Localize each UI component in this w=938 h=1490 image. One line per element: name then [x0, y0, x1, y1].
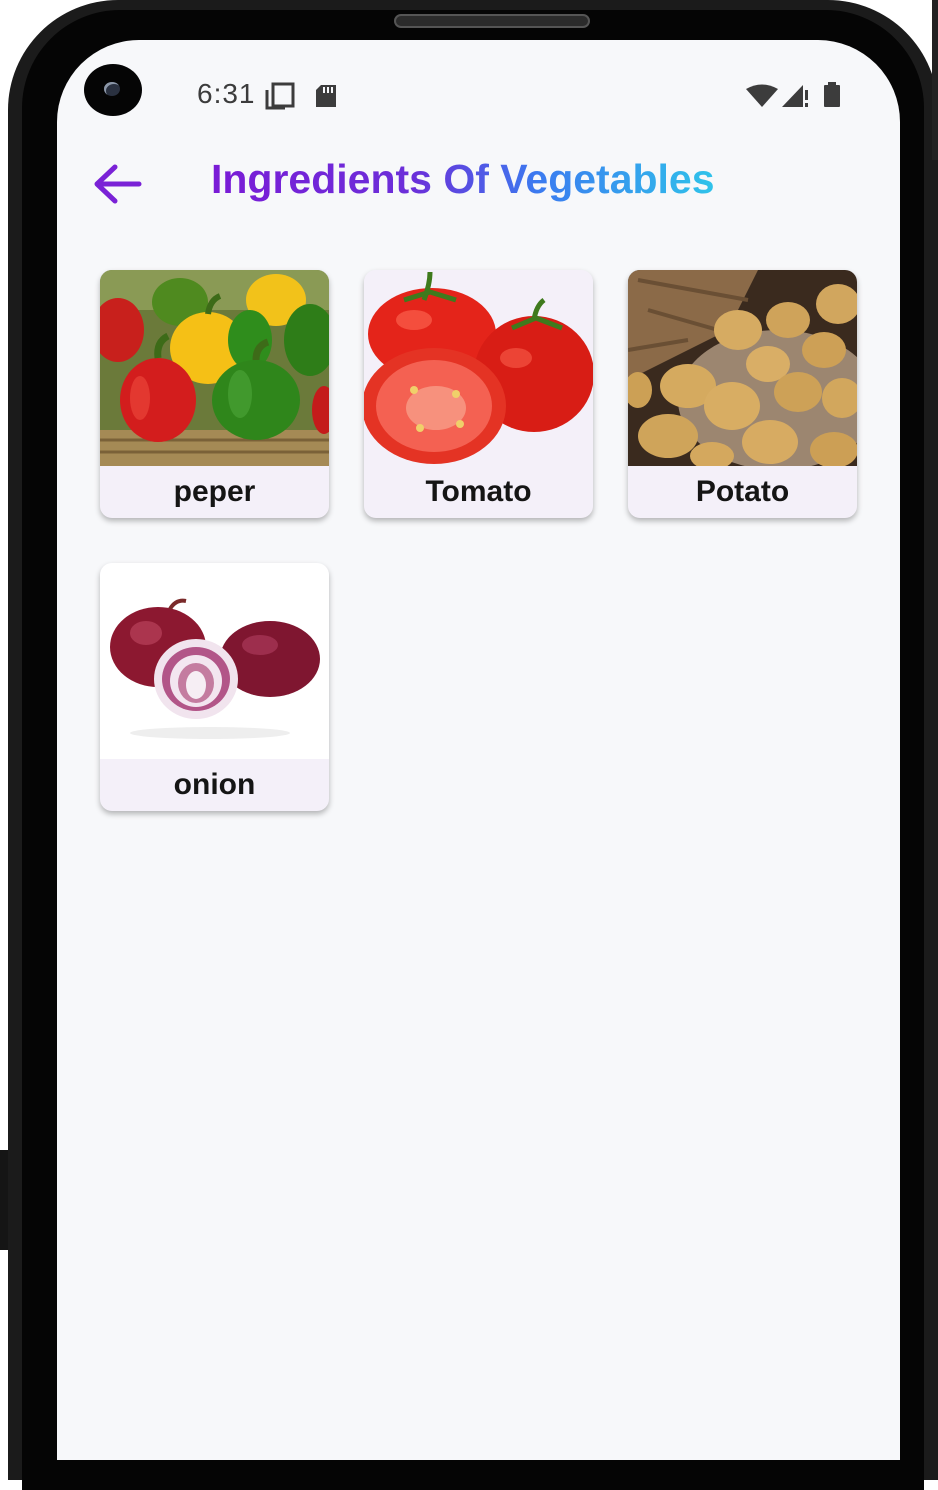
- status-time: 6:31: [197, 78, 256, 109]
- potatoes-image: [628, 270, 857, 466]
- back-button[interactable]: [91, 162, 143, 206]
- tomatoes-image: [364, 270, 593, 466]
- vegetable-card-tomato[interactable]: Tomato: [364, 270, 593, 518]
- screen-rotate-icon: [265, 82, 295, 110]
- front-camera: [84, 64, 142, 116]
- battery-icon: [824, 82, 840, 107]
- onions-image: [100, 563, 329, 759]
- volume-button: [0, 1150, 8, 1250]
- power-button: [932, 0, 938, 160]
- bell-peppers-image: [100, 270, 329, 466]
- vegetable-label: peper: [173, 475, 256, 508]
- signal-icon: [782, 85, 808, 107]
- app-bar: Ingredients Of Vegetables: [57, 150, 900, 220]
- screen: 6:31 Ingredients Of Vegetables peper Tom…: [57, 40, 900, 1460]
- vegetable-card-peper[interactable]: peper: [100, 270, 329, 518]
- vegetable-label: Potato: [695, 475, 790, 508]
- earpiece-speaker: [394, 14, 590, 28]
- sd-card-icon: [316, 85, 336, 107]
- arrow-left-icon: [94, 164, 142, 204]
- wifi-icon: [746, 84, 778, 107]
- vegetable-card-potato[interactable]: Potato: [628, 270, 857, 518]
- page-title: Ingredients Of Vegetables: [211, 156, 715, 202]
- vegetable-card-onion[interactable]: onion: [100, 563, 329, 811]
- vegetable-label: Tomato: [425, 475, 532, 508]
- vegetable-label: onion: [173, 768, 256, 801]
